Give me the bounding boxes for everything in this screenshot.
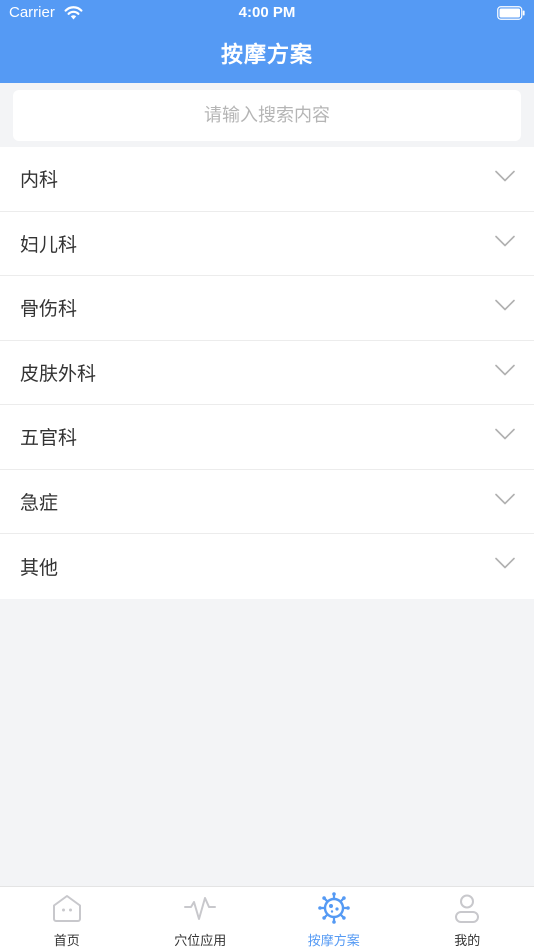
category-item[interactable]: 骨伤科 xyxy=(0,276,534,341)
chevron-down-icon xyxy=(495,364,515,375)
tab-bar: 首页 穴位应用 按摩方案 我的 xyxy=(0,886,534,950)
chevron-down-icon xyxy=(495,170,515,182)
category-list: 内科妇儿科骨伤科皮肤外科五官科急症其他 xyxy=(0,147,534,599)
home-icon xyxy=(52,895,81,922)
search-input[interactable] xyxy=(13,90,521,141)
chevron-down-icon xyxy=(495,299,515,311)
tab-label: 首页 xyxy=(53,934,80,949)
virus-icon xyxy=(317,892,350,924)
category-label: 妇儿科 xyxy=(20,233,78,256)
user-icon xyxy=(455,894,480,923)
category-label: 内科 xyxy=(20,169,59,192)
tab-label: 按摩方案 xyxy=(307,934,360,949)
clock: 4:00 PM xyxy=(238,4,296,21)
tab-user[interactable]: 我的 xyxy=(401,887,534,950)
category-label: 骨伤科 xyxy=(20,298,78,321)
tab-virus[interactable]: 按摩方案 xyxy=(267,887,401,950)
category-item[interactable]: 内科 xyxy=(0,147,534,212)
category-label: 急症 xyxy=(20,491,59,514)
search-bar xyxy=(0,83,534,147)
tab-home[interactable]: 首页 xyxy=(0,887,134,950)
page-title: 按摩方案 xyxy=(220,43,313,68)
tab-label: 穴位应用 xyxy=(174,934,227,949)
chevron-down-icon xyxy=(495,557,515,569)
category-item[interactable]: 急症 xyxy=(0,470,534,534)
category-label: 其他 xyxy=(20,556,59,579)
battery-icon xyxy=(497,6,525,20)
chevron-down-icon xyxy=(495,493,515,504)
category-item[interactable]: 五官科 xyxy=(0,405,534,470)
category-item[interactable]: 妇儿科 xyxy=(0,212,534,276)
chevron-down-icon xyxy=(495,235,515,246)
category-item[interactable]: 其他 xyxy=(0,534,534,599)
status-bar: Carrier 4:00 PM xyxy=(0,0,534,27)
header: Carrier 4:00 PM 按摩方案 xyxy=(0,0,534,83)
chevron-down-icon xyxy=(495,428,515,440)
category-item[interactable]: 皮肤外科 xyxy=(0,341,534,405)
tab-label: 我的 xyxy=(454,934,481,949)
category-label: 五官科 xyxy=(20,427,78,450)
category-label: 皮肤外科 xyxy=(20,362,97,385)
pulse-icon xyxy=(184,897,217,920)
tab-pulse[interactable]: 穴位应用 xyxy=(134,887,268,950)
